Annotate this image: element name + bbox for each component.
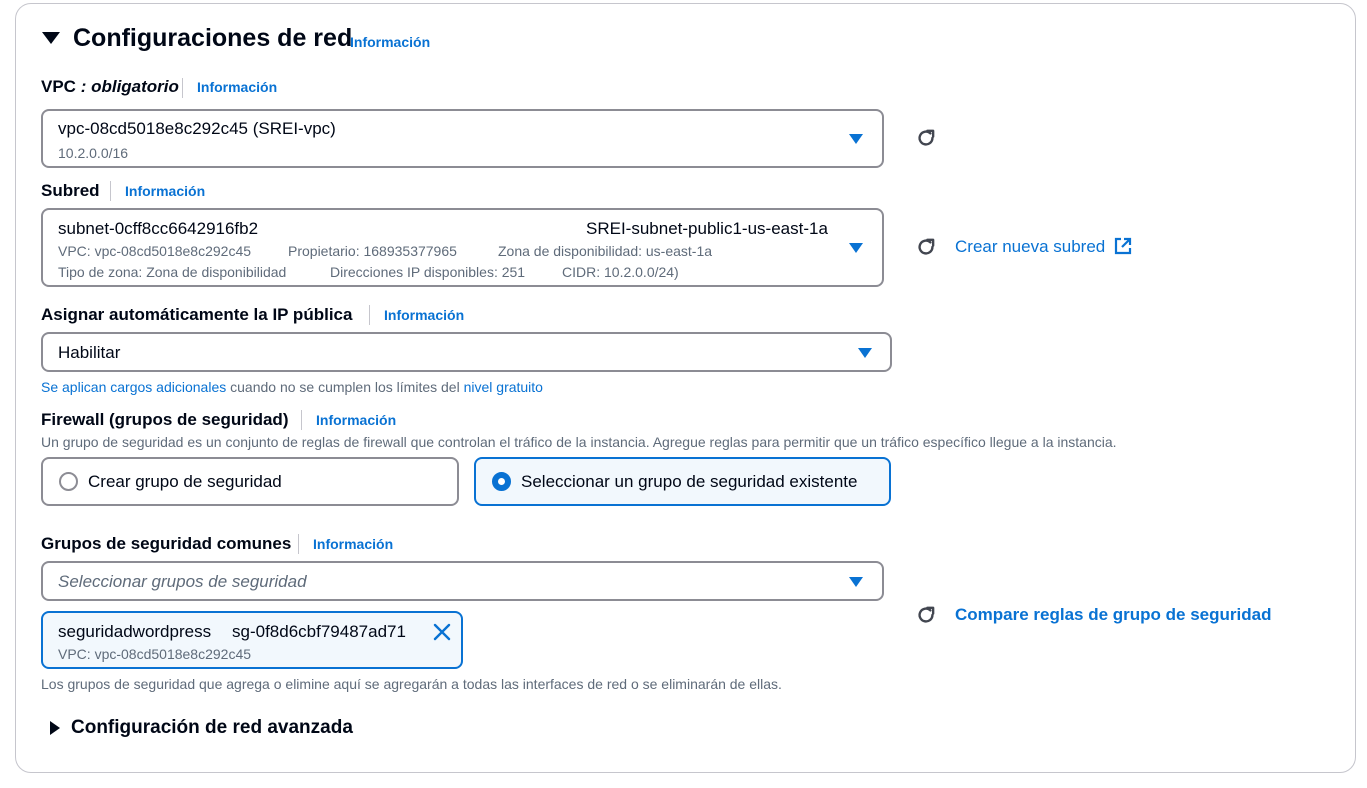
subnet-ips: Direcciones IP disponibles: 251 [330,264,526,280]
token-name: seguridadwordpress [58,622,212,641]
vpc-info-link[interactable]: Información [197,79,277,95]
security-groups-select[interactable]: Seleccionar grupos de seguridad [41,561,884,601]
firewall-description: Un grupo de seguridad es un conjunto de … [41,434,1117,450]
common-groups-note: Los grupos de seguridad que agrega o eli… [41,676,782,692]
chevron-down-icon [858,348,872,358]
radio-unchecked-icon [59,472,78,491]
subnet-az: Zona de disponibilidad: us-east-1a [498,243,713,259]
collapse-caret-icon[interactable] [42,32,60,44]
external-link-icon [1114,237,1132,255]
refresh-security-groups-icon[interactable] [915,604,937,626]
refresh-subnet-icon[interactable] [915,236,937,258]
vpc-select[interactable]: vpc-08cd5018e8c292c45 (SREI-vpc) 10.2.0.… [41,109,884,168]
subnet-vpc: VPC: vpc-08cd5018e8c292c45 [58,243,252,259]
subnet-zone-type: Tipo de zona: Zona de disponibilidad [58,264,287,280]
existing-security-group-label: Seleccionar un grupo de seguridad existe… [521,472,858,491]
subnet-info-link[interactable]: Información [125,183,205,199]
refresh-vpc-icon[interactable] [915,127,937,149]
public-ip-select[interactable]: Habilitar [41,332,892,372]
subnet-cidr: CIDR: 10.2.0.0/24) [562,264,679,280]
separator [301,410,302,430]
public-ip-label: Asignar automáticamente la IP pública [41,305,353,324]
vpc-label-text: VPC [41,77,76,96]
expand-caret-icon[interactable] [50,721,60,735]
public-ip-note-text: cuando no se cumplen los límites del [226,379,464,395]
common-groups-info-link[interactable]: Información [313,536,393,552]
subnet-select[interactable]: subnet-0cff8cc6642916fb2 SREI-subnet-pub… [41,208,884,287]
chevron-down-icon [849,243,863,253]
separator [369,305,370,325]
token-vpc: VPC: vpc-08cd5018e8c292c45 [58,646,252,662]
separator [298,534,299,554]
common-groups-label: Grupos de seguridad comunes [41,534,292,553]
subnet-owner: Propietario: 168935377965 [288,243,457,259]
create-subnet-link-text: Crear nueva subred [955,237,1106,256]
security-group-token: seguridadwordpress sg-0f8d6cbf79487ad71 … [41,611,463,669]
create-subnet-link[interactable]: Crear nueva subred [955,237,1132,257]
separator [182,78,183,98]
firewall-label: Firewall (grupos de seguridad) [41,410,289,429]
vpc-select-cidr: 10.2.0.0/16 [58,145,129,161]
compare-rules-link[interactable]: Compare reglas de grupo de seguridad [955,605,1271,625]
vpc-select-value: vpc-08cd5018e8c292c45 (SREI-vpc) [58,119,336,138]
free-tier-link[interactable]: nivel gratuito [464,379,543,395]
create-security-group-option[interactable]: Crear grupo de seguridad [41,457,459,506]
public-ip-value: Habilitar [58,343,121,362]
advanced-network-title[interactable]: Configuración de red avanzada [71,717,353,739]
additional-charges-link[interactable]: Se aplican cargos adicionales [41,379,226,395]
firewall-info-link[interactable]: Información [316,412,396,428]
separator [110,181,111,201]
subnet-label: Subred [41,181,100,200]
section-title: Configuraciones de red [73,24,353,52]
subnet-id: subnet-0cff8cc6642916fb2 [58,219,259,238]
chevron-down-icon [849,577,863,587]
vpc-required-text: : obligatorio [75,77,179,96]
radio-checked-icon [492,472,511,491]
subnet-name: SREI-subnet-public1-us-east-1a [586,219,828,238]
existing-security-group-option[interactable]: Seleccionar un grupo de seguridad existe… [474,457,891,506]
create-security-group-label: Crear grupo de seguridad [88,472,282,491]
chevron-down-icon [849,134,863,144]
close-icon[interactable] [433,623,451,641]
vpc-label: VPC : obligatorio [41,77,179,97]
section-info-link[interactable]: Información [350,34,430,50]
security-groups-placeholder: Seleccionar grupos de seguridad [58,572,307,591]
token-id: sg-0f8d6cbf79487ad71 [232,622,406,641]
public-ip-info-link[interactable]: Información [384,307,464,323]
public-ip-note: Se aplican cargos adicionales cuando no … [41,379,543,395]
